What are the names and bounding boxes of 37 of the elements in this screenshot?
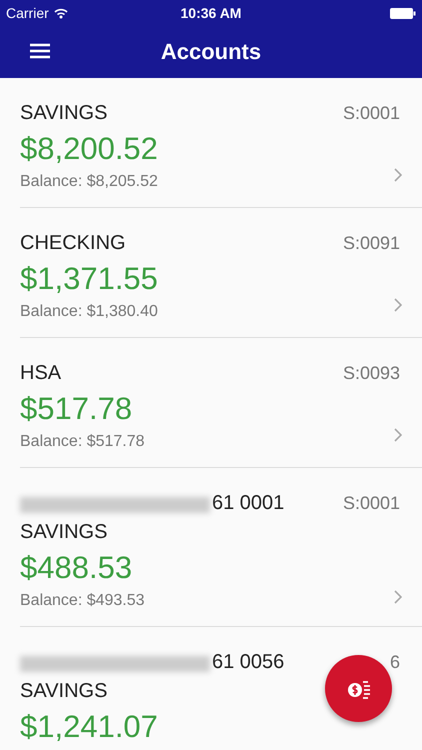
balance-text: Balance: $517.78	[20, 433, 145, 451]
screen-title: Accounts	[160, 39, 262, 65]
account-card[interactable]: HSA S:0093 $517.78 Balance: $517.78	[20, 338, 422, 468]
account-name: SAVINGS	[20, 102, 108, 125]
account-name: SAVINGS	[20, 680, 108, 703]
account-id: 6	[390, 652, 400, 673]
account-holder-number: 61 0001	[212, 492, 284, 514]
wifi-icon	[54, 8, 68, 18]
account-id: S:0001	[342, 103, 400, 124]
available-amount: $1,241.07	[20, 709, 159, 745]
available-amount: $517.78	[20, 391, 134, 427]
chevron-icon	[394, 298, 402, 312]
chevron-icon	[394, 590, 402, 604]
status-time: 10:36 AM	[180, 5, 242, 21]
account-name: CHECKING	[20, 232, 126, 255]
account-id: S:0091	[342, 233, 400, 254]
account-id: S:0001	[342, 493, 400, 514]
coin-icon	[346, 678, 370, 698]
carrier-name: Carrier	[6, 5, 49, 21]
transfer-button[interactable]	[325, 655, 392, 722]
chevron-icon	[394, 428, 402, 442]
account-card[interactable]: CHECKING S:0091 $1,371.55 Balance: $1,380.40	[20, 208, 422, 338]
balance-text: Balance: $8,205.52	[20, 173, 158, 191]
menu-icon[interactable]	[30, 43, 50, 59]
balance-text: Balance: $1,380.40	[20, 303, 158, 321]
battery-icon	[390, 8, 416, 18]
account-name: HSA	[20, 362, 62, 385]
account-card[interactable]: 61 0001 S:0001 SAVINGS $488.53 Balance: $493.53	[20, 468, 422, 627]
balance-text: Balance: $493.53	[20, 592, 145, 610]
account-card[interactable]: SAVINGS S:0001 $8,200.52 Balance: $8,205.52	[20, 78, 422, 208]
available-amount: $488.53	[20, 550, 134, 586]
chevron-icon	[394, 168, 402, 182]
account-holder-number: 61 0056	[212, 651, 284, 673]
account-id: S:0093	[342, 363, 400, 384]
available-amount: $1,371.55	[20, 261, 159, 297]
account-name: SAVINGS	[20, 521, 108, 544]
available-amount: $8,200.52	[20, 131, 159, 167]
